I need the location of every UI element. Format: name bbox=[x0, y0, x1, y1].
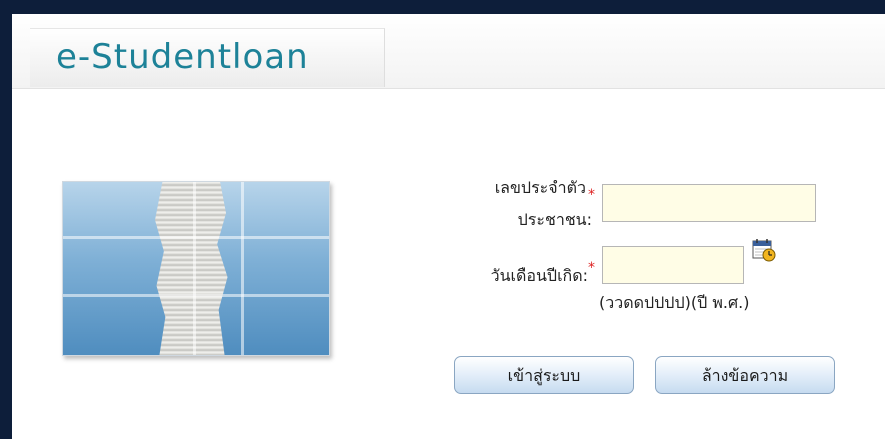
birthdate-label: วันเดือนปีเกิด: bbox=[490, 266, 588, 285]
citizen-id-input[interactable] bbox=[602, 184, 816, 222]
paper-stack-image bbox=[62, 181, 330, 356]
clear-button[interactable]: ล้างข้อความ bbox=[655, 356, 835, 394]
image-grid-line bbox=[63, 294, 329, 297]
image-grid-line bbox=[241, 182, 244, 355]
required-mark: * bbox=[588, 187, 595, 203]
site-logo: e-Studentloan bbox=[56, 37, 309, 77]
citizen-id-label-line2: ประชาชน: bbox=[517, 210, 592, 229]
required-mark: * bbox=[588, 260, 595, 276]
paper-stack-graphic bbox=[155, 182, 228, 355]
citizen-id-label-line1: เลขประจำตัว bbox=[494, 178, 586, 197]
birthdate-input[interactable] bbox=[602, 246, 744, 284]
logo-tab: e-Studentloan bbox=[30, 28, 385, 87]
image-grid-line bbox=[193, 182, 196, 355]
header-bar: e-Studentloan bbox=[12, 14, 885, 89]
birthdate-format-hint: (ววดดปปปป)(ปี พ.ศ.) bbox=[599, 293, 750, 312]
image-grid-line bbox=[63, 236, 329, 239]
login-button[interactable]: เข้าสู่ระบบ bbox=[454, 356, 634, 394]
calendar-icon[interactable] bbox=[752, 238, 776, 262]
login-panel: e-Studentloan เลขประจำตัว * ประชาชน: วัน… bbox=[12, 14, 885, 439]
